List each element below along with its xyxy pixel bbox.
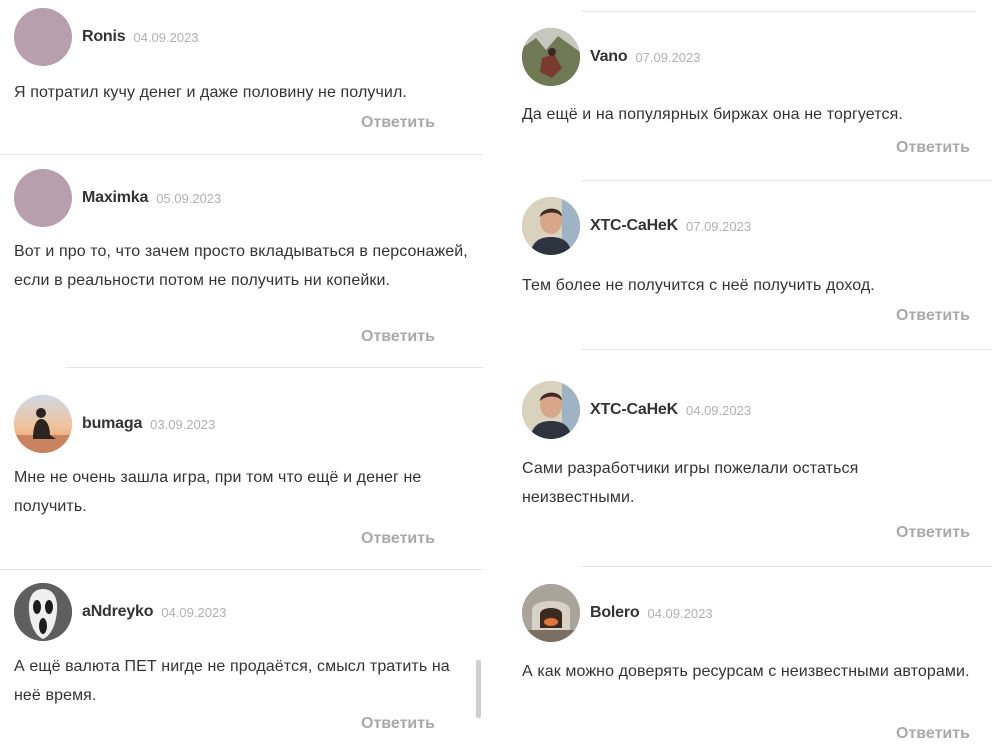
author-name[interactable]: Vano <box>590 48 628 66</box>
comment-text: Тем более не получится с неё получить до… <box>522 277 875 294</box>
comments-column-left: Ronis 04.09.2023 Я потратил кучу денег и… <box>0 0 483 752</box>
comment-item: XTC-CaHeK 07.09.2023 Тем более не получи… <box>522 195 982 335</box>
comment-header: XTC-CaHeK 07.09.2023 <box>522 195 751 257</box>
author-name[interactable]: aNdreyko <box>82 603 154 621</box>
comment-text: Да ещё и на популярных биржах она не тор… <box>522 106 903 123</box>
separator <box>581 566 992 567</box>
author-name[interactable]: Ronis <box>82 28 126 46</box>
silhouette-sunset-avatar[interactable] <box>14 395 72 453</box>
separator <box>0 154 483 155</box>
comment-item: Maximka 05.09.2023 Вот и про то, что зач… <box>14 167 474 357</box>
man-portrait-avatar[interactable] <box>522 197 580 255</box>
column-gap <box>483 0 507 752</box>
comments-column-right: Vano 07.09.2023 Да ещё и на популярных б… <box>507 0 992 752</box>
reply-button[interactable]: Ответить <box>361 715 435 733</box>
reply-button[interactable]: Ответить <box>896 307 970 325</box>
comment-date: 03.09.2023 <box>150 416 216 432</box>
separator <box>66 367 483 368</box>
author-name[interactable]: XTC-CaHeK <box>590 217 678 235</box>
comment-item: Ronis 04.09.2023 Я потратил кучу денег и… <box>14 6 474 146</box>
comment-text: А как можно доверять ресурсам с неизвест… <box>522 663 970 680</box>
comment-date: 04.09.2023 <box>133 29 199 45</box>
comment-item: bumaga 03.09.2023 Мне не очень зашла игр… <box>14 393 474 553</box>
comment-item: XTC-CaHeK 04.09.2023 Сами разработчики и… <box>522 379 982 549</box>
reply-button[interactable]: Ответить <box>361 114 435 132</box>
man-portrait-avatar[interactable] <box>522 381 580 439</box>
comment-header: aNdreyko 04.09.2023 <box>14 581 226 643</box>
comment-header: bumaga 03.09.2023 <box>14 393 215 455</box>
oven-photo-avatar[interactable] <box>522 584 580 642</box>
comment-text: А ещё валюта ПЕТ нигде не продаётся, смы… <box>14 658 450 704</box>
author-name[interactable]: XTC-CaHeK <box>590 401 678 419</box>
author-name[interactable]: Maximka <box>82 189 148 207</box>
comment-date: 04.09.2023 <box>686 402 752 418</box>
comment-header: Bolero 04.09.2023 <box>522 582 713 644</box>
comment-text: Вот и про то, что зачем просто вкладыват… <box>14 243 468 289</box>
comment-date: 04.09.2023 <box>647 605 713 621</box>
reply-button[interactable]: Ответить <box>896 139 970 157</box>
separator <box>581 180 992 181</box>
reply-button[interactable]: Ответить <box>896 524 970 542</box>
comment-item: aNdreyko 04.09.2023 А ещё валюта ПЕТ ниг… <box>14 581 474 746</box>
reply-button[interactable]: Ответить <box>896 725 970 743</box>
comment-item: Bolero 04.09.2023 А как можно доверять р… <box>522 582 982 747</box>
comment-header: Ronis 04.09.2023 <box>14 6 199 68</box>
separator <box>581 349 992 350</box>
comment-header: XTC-CaHeK 04.09.2023 <box>522 379 751 441</box>
separator <box>0 569 483 570</box>
comment-item: Vano 07.09.2023 Да ещё и на популярных б… <box>522 26 982 166</box>
avatar[interactable] <box>14 8 72 66</box>
comment-date: 04.09.2023 <box>161 604 227 620</box>
ghostface-mask-avatar[interactable] <box>14 583 72 641</box>
comment-text: Сами разработчики игры пожелали остаться… <box>522 460 859 506</box>
reply-button[interactable]: Ответить <box>361 530 435 548</box>
author-name[interactable]: bumaga <box>82 415 142 433</box>
author-name[interactable]: Bolero <box>590 604 640 622</box>
comment-text: Я потратил кучу денег и даже половину не… <box>14 84 407 101</box>
comment-header: Maximka 05.09.2023 <box>14 167 221 229</box>
separator <box>581 11 976 12</box>
comment-date: 05.09.2023 <box>156 190 222 206</box>
comment-text: Мне не очень зашла игра, при том что ещё… <box>14 469 422 515</box>
comment-date: 07.09.2023 <box>635 49 701 65</box>
outdoor-photo-avatar[interactable] <box>522 28 580 86</box>
comment-header: Vano 07.09.2023 <box>522 26 701 88</box>
reply-button[interactable]: Ответить <box>361 328 435 346</box>
scrollbar[interactable] <box>476 660 481 718</box>
comment-date: 07.09.2023 <box>686 218 752 234</box>
avatar[interactable] <box>14 169 72 227</box>
